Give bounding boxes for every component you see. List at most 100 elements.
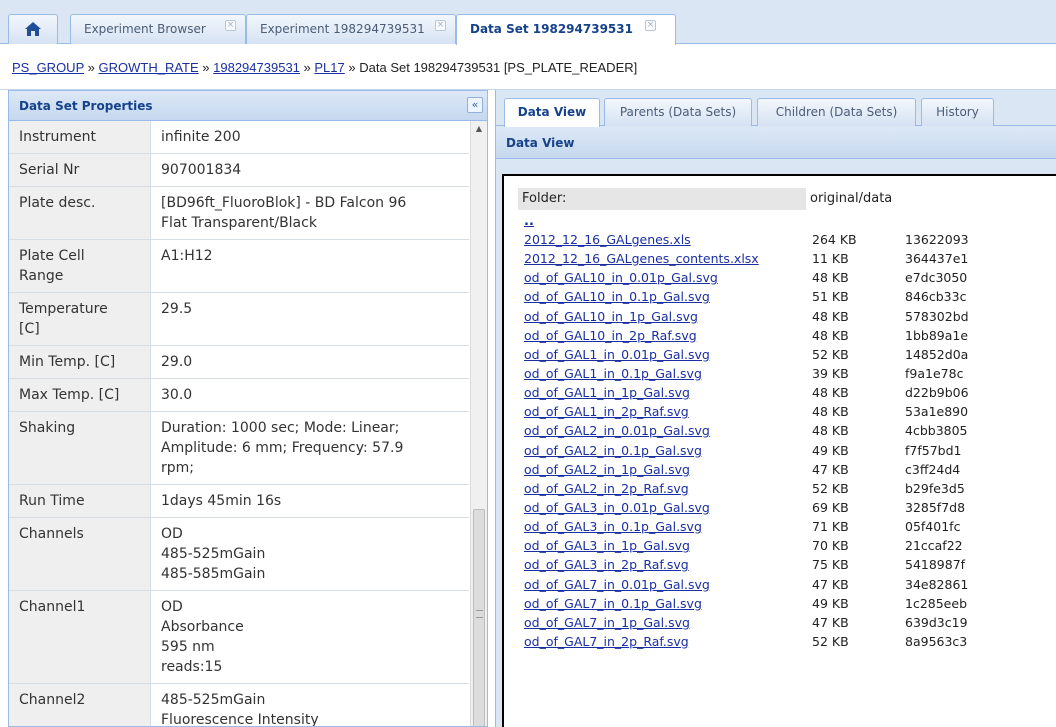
tab-data-view[interactable]: Data View — [504, 98, 600, 127]
breadcrumb-bar: PS_GROUP » GROWTH_RATE » 198294739531 » … — [0, 44, 1056, 90]
file-link[interactable]: od_of_GAL1_in_1p_Gal.svg — [524, 383, 690, 402]
panel-header: Data Set Properties « — [9, 91, 487, 121]
file-checksum: 21ccaf22 — [905, 538, 963, 554]
file-row: od_of_GAL7_in_0.1p_Gal.svg 49 KB 1c285eeb — [522, 594, 1052, 613]
breadcrumb-link-group[interactable]: PS_GROUP — [12, 60, 84, 75]
file-row: od_of_GAL2_in_2p_Raf.svg 52 KB b29fe3d5 — [522, 479, 1052, 498]
close-icon[interactable]: × — [645, 20, 656, 31]
file-size: 49 KB — [812, 595, 849, 611]
file-size: 49 KB — [812, 442, 849, 458]
file-link[interactable]: od_of_GAL7_in_0.01p_Gal.svg — [524, 575, 710, 594]
tab-experiment-browser[interactable]: Experiment Browser × — [70, 14, 246, 44]
parent-folder-link[interactable]: .. — [524, 214, 534, 229]
property-value: OD Absorbance 595 nm reads:15 — [161, 599, 244, 675]
properties-scrollbar[interactable]: ▲ — [470, 121, 487, 726]
file-row: 2012_12_16_GALgenes_contents.xlsx 11 KB 36… — [522, 249, 1052, 268]
close-icon[interactable]: × — [225, 20, 236, 31]
file-size: 264 KB — [812, 232, 857, 247]
home-tab[interactable] — [8, 14, 58, 44]
file-checksum: 34e82861 — [905, 576, 969, 592]
close-icon[interactable]: × — [435, 20, 446, 31]
file-row: od_of_GAL1_in_0.1p_Gal.svg 39 KB f9a1e78c — [522, 364, 1052, 383]
file-link[interactable]: od_of_GAL3_in_2p_Raf.svg — [524, 555, 689, 574]
tab-parents[interactable]: Parents (Data Sets) — [604, 98, 752, 126]
tab-history[interactable]: History — [921, 98, 994, 126]
tab-children[interactable]: Children (Data Sets) — [757, 98, 916, 126]
file-link[interactable]: od_of_GAL10_in_2p_Raf.svg — [524, 326, 697, 345]
file-checksum: 3285f7d8 — [905, 499, 966, 515]
home-icon — [25, 22, 41, 36]
property-row: Channel2 485-525mGain Fluorescence Inten… — [9, 684, 469, 727]
file-link[interactable]: od_of_GAL2_in_2p_Raf.svg — [524, 479, 689, 498]
file-size: 11 KB — [812, 251, 849, 267]
file-size: 48 KB — [812, 308, 849, 324]
breadcrumb-separator: » — [303, 60, 311, 75]
file-size: 47 KB — [812, 576, 849, 592]
breadcrumb: PS_GROUP » GROWTH_RATE » 198294739531 » … — [12, 60, 637, 75]
property-row: Instrument infinite 200 — [9, 121, 469, 154]
file-link[interactable]: od_of_GAL7_in_0.1p_Gal.svg — [524, 594, 702, 613]
file-checksum: e7dc3050 — [905, 270, 968, 286]
file-link[interactable]: od_of_GAL2_in_0.1p_Gal.svg — [524, 441, 702, 460]
grip-icon — [476, 610, 483, 618]
file-link[interactable]: od_of_GAL10_in_0.01p_Gal.svg — [524, 268, 718, 287]
file-row: od_of_GAL1_in_1p_Gal.svg 48 KB d22b9b06 — [522, 383, 1052, 402]
file-row: od_of_GAL2_in_0.01p_Gal.svg 48 KB 4cbb3805 — [522, 421, 1052, 440]
property-row: Plate desc. [BD96ft_FluoroBlok] - BD Fal… — [9, 187, 469, 240]
property-value: 485-525mGain Fluorescence Intensity — [161, 692, 319, 727]
tab-experiment[interactable]: Experiment 198294739531 × — [246, 14, 456, 44]
file-link[interactable]: od_of_GAL1_in_0.01p_Gal.svg — [524, 345, 710, 364]
breadcrumb-separator: » — [348, 60, 356, 75]
file-link[interactable]: od_of_GAL10_in_1p_Gal.svg — [524, 307, 698, 326]
double-chevron-left-icon[interactable]: « — [467, 97, 483, 113]
property-key: Serial Nr — [9, 154, 151, 186]
file-link[interactable]: od_of_GAL7_in_1p_Gal.svg — [524, 613, 690, 632]
scroll-up-arrow-icon[interactable]: ▲ — [471, 121, 487, 137]
property-row: Channel1 OD Absorbance 595 nm reads:15 — [9, 591, 469, 684]
file-link[interactable]: od_of_GAL1_in_2p_Raf.svg — [524, 402, 689, 421]
file-link[interactable]: od_of_GAL3_in_0.01p_Gal.svg — [524, 498, 710, 517]
breadcrumb-link-sample[interactable]: PL17 — [314, 60, 344, 75]
property-key: Channel2 — [9, 684, 151, 726]
file-link[interactable]: od_of_GAL3_in_1p_Gal.svg — [524, 536, 690, 555]
file-link[interactable]: od_of_GAL2_in_0.01p_Gal.svg — [524, 421, 710, 440]
data-set-properties-panel: Data Set Properties « Instrument infinit… — [8, 90, 488, 727]
file-row: od_of_GAL10_in_0.1p_Gal.svg 51 KB 846cb33c — [522, 287, 1052, 306]
file-link[interactable]: od_of_GAL10_in_0.1p_Gal.svg — [524, 287, 710, 306]
data-view-header: Data View — [496, 127, 1056, 159]
file-checksum: f9a1e78c — [905, 365, 964, 381]
file-size: 48 KB — [812, 404, 849, 420]
file-row: od_of_GAL7_in_0.01p_Gal.svg 47 KB 34e82861 — [522, 575, 1052, 594]
tab-label: Experiment Browser — [84, 22, 206, 36]
tab-data-set[interactable]: Data Set 198294739531 × — [456, 14, 676, 45]
file-checksum: 4cbb3805 — [905, 423, 968, 439]
file-size: 71 KB — [812, 519, 849, 535]
file-size: 52 KB — [812, 633, 849, 649]
file-size: 70 KB — [812, 538, 849, 554]
property-key: Run Time — [9, 485, 151, 517]
file-link[interactable]: od_of_GAL2_in_1p_Gal.svg — [524, 460, 690, 479]
property-value: 29.0 — [161, 354, 193, 370]
file-row: od_of_GAL7_in_1p_Gal.svg 47 KB 639d3c19 — [522, 613, 1052, 632]
file-size: 75 KB — [812, 557, 849, 573]
property-row: Serial Nr 907001834 — [9, 154, 469, 187]
file-size: 51 KB — [812, 289, 849, 305]
breadcrumb-link-project[interactable]: GROWTH_RATE — [99, 60, 199, 75]
file-size: 52 KB — [812, 346, 849, 362]
property-value: A1:H12 — [161, 248, 213, 264]
file-link[interactable]: 2012_12_16_GALgenes_contents.xlsx — [524, 249, 759, 268]
file-link[interactable]: od_of_GAL7_in_2p_Raf.svg — [524, 632, 689, 651]
property-row: Max Temp. [C] 30.0 — [9, 379, 469, 412]
file-checksum: 14852d0a — [905, 346, 969, 362]
file-link[interactable]: od_of_GAL1_in_0.1p_Gal.svg — [524, 364, 702, 383]
file-link[interactable]: 2012_12_16_GALgenes.xls — [524, 230, 691, 249]
file-checksum: d22b9b06 — [905, 385, 969, 401]
file-link[interactable]: od_of_GAL3_in_0.1p_Gal.svg — [524, 517, 702, 536]
property-key: Min Temp. [C] — [9, 346, 151, 378]
breadcrumb-link-experiment[interactable]: 198294739531 — [213, 60, 300, 75]
property-value: 907001834 — [161, 162, 242, 178]
file-row: od_of_GAL2_in_1p_Gal.svg 47 KB c3ff24d4 — [522, 460, 1052, 479]
file-listing: Folder: original/data .. 2012_12_16_GALg… — [502, 174, 1056, 727]
file-checksum: 8a9563c3 — [905, 633, 968, 649]
scrollbar-thumb[interactable] — [473, 509, 485, 726]
